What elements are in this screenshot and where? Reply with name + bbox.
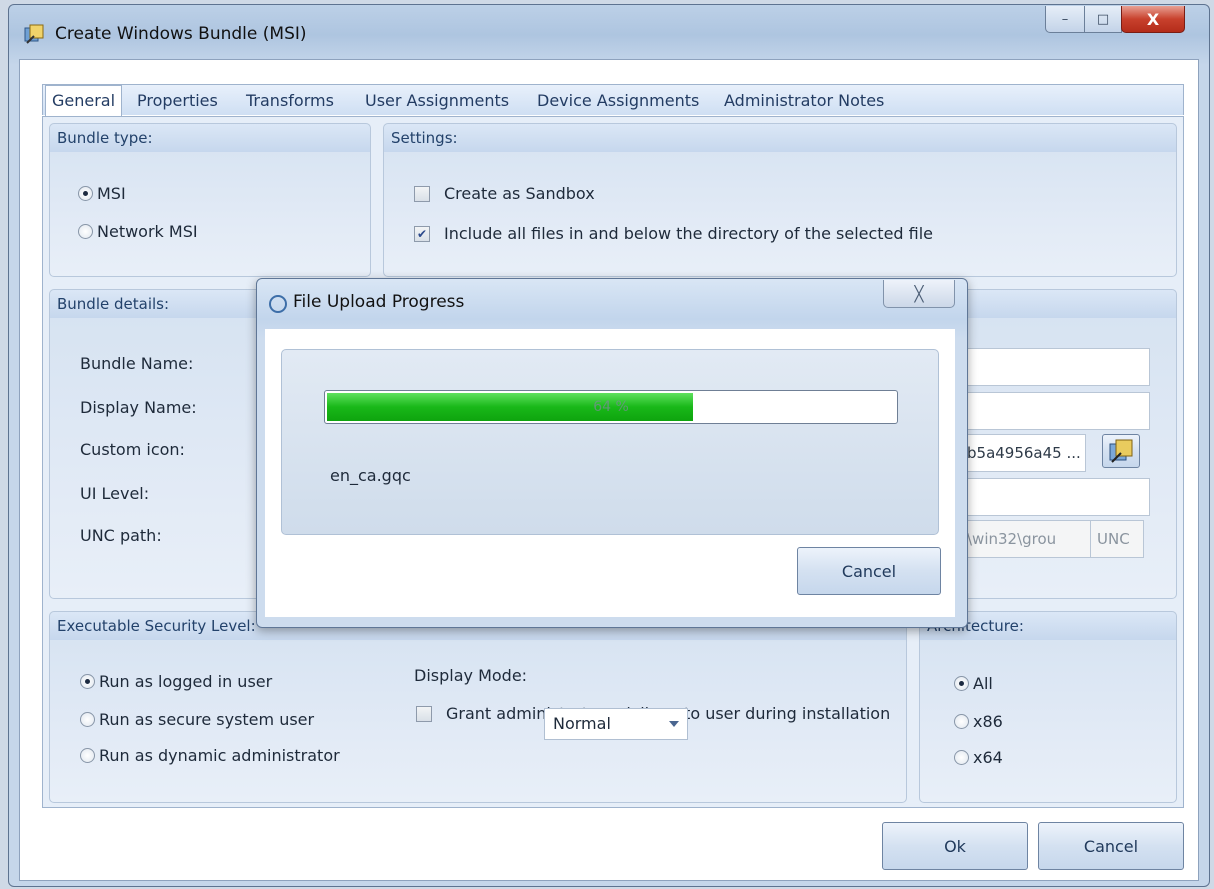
upload-file-name: en_ca.gqc (330, 466, 411, 485)
progress-text: 64 % (593, 399, 629, 415)
security-level-title: Executable Security Level: (57, 617, 256, 635)
bundle-name-input[interactable] (960, 348, 1150, 386)
settings-title: Settings: (391, 129, 458, 147)
cancel-button[interactable]: Cancel (1038, 822, 1184, 870)
radio-indicator (80, 712, 95, 727)
architecture-group: Architecture: All x86 x64 (919, 611, 1177, 803)
radio-run-as-secure-system-user[interactable]: Run as secure system user (80, 710, 314, 729)
browse-icon (1109, 439, 1133, 463)
ui-level-label: UI Level: (80, 484, 150, 503)
title-bar[interactable]: Create Windows Bundle (MSI) – □ X (9, 5, 1209, 63)
radio-network-msi[interactable]: Network MSI (78, 222, 198, 241)
create-sandbox-checkbox[interactable]: Create as Sandbox (414, 184, 595, 203)
ui-level-select[interactable] (960, 478, 1150, 516)
radio-indicator (78, 186, 93, 201)
security-level-group: Executable Security Level: Run as logged… (49, 611, 907, 803)
ok-button[interactable]: Ok (882, 822, 1028, 870)
maximize-button[interactable]: □ (1084, 6, 1122, 33)
display-name-label: Display Name: (80, 398, 197, 417)
radio-indicator (78, 224, 93, 239)
bundle-name-label: Bundle Name: (80, 354, 194, 373)
unc-path-label: UNC path: (80, 526, 162, 545)
bundle-type-title: Bundle type: (57, 129, 153, 147)
bundle-type-group: Bundle type: MSI Network MSI (49, 123, 371, 277)
radio-indicator (80, 748, 95, 763)
dialog-client: 64 % en_ca.gqc Cancel (265, 329, 955, 617)
checkbox-box (414, 185, 430, 202)
radio-msi[interactable]: MSI (78, 184, 126, 203)
settings-group: Settings: Create as Sandbox ✔ Include al… (383, 123, 1177, 277)
tab-user-assignments[interactable]: User Assignments (365, 91, 509, 117)
radio-indicator (80, 674, 95, 689)
radio-run-as-dynamic-administrator[interactable]: Run as dynamic administrator (80, 746, 340, 765)
tab-strip: General Properties Transforms User Assig… (42, 84, 1184, 117)
unc-path-input[interactable]: \win32\grou (960, 520, 1094, 558)
dialog-close-button[interactable]: ╳ (883, 280, 955, 308)
window-title: Create Windows Bundle (MSI) (55, 24, 307, 44)
include-files-checkbox[interactable]: ✔ Include all files in and below the dir… (414, 224, 933, 243)
bundle-icon (23, 23, 45, 45)
bundle-details-title: Bundle details: (57, 295, 170, 313)
progress-panel: 64 % en_ca.gqc (281, 349, 939, 535)
radio-indicator (954, 676, 969, 691)
minimize-button[interactable]: – (1045, 6, 1085, 33)
upload-icon (269, 295, 287, 313)
display-mode-label: Display Mode: (414, 666, 528, 685)
unc-button[interactable]: UNC (1090, 520, 1144, 558)
radio-run-as-logged-in-user[interactable]: Run as logged in user (80, 672, 272, 691)
tab-device-assignments[interactable]: Device Assignments (537, 91, 699, 117)
radio-indicator (954, 750, 969, 765)
radio-arch-x64[interactable]: x64 (954, 748, 1003, 767)
tab-general[interactable]: General (45, 85, 123, 117)
checkmark-icon: ✔ (414, 225, 430, 242)
chevron-down-icon (669, 721, 679, 727)
custom-icon-label: Custom icon: (80, 440, 185, 459)
tab-properties[interactable]: Properties (137, 91, 218, 117)
display-mode-select[interactable]: Normal (544, 708, 688, 740)
close-button[interactable]: X (1121, 6, 1185, 33)
radio-indicator (954, 714, 969, 729)
dialog-title: File Upload Progress (293, 292, 465, 312)
radio-arch-all[interactable]: All (954, 674, 993, 693)
radio-arch-x86[interactable]: x86 (954, 712, 1003, 731)
tab-administrator-notes[interactable]: Administrator Notes (724, 91, 884, 117)
file-upload-dialog: File Upload Progress ╳ 64 % en_ca.gqc Ca… (256, 278, 968, 628)
tab-transforms[interactable]: Transforms (246, 91, 334, 117)
progress-bar: 64 % (324, 390, 898, 424)
display-name-input[interactable] (960, 392, 1150, 430)
custom-icon-input[interactable]: b5a4956a45 ... (960, 434, 1086, 472)
dialog-cancel-button[interactable]: Cancel (797, 547, 941, 595)
checkbox-box (416, 705, 432, 722)
browse-icon-button[interactable] (1102, 434, 1140, 468)
